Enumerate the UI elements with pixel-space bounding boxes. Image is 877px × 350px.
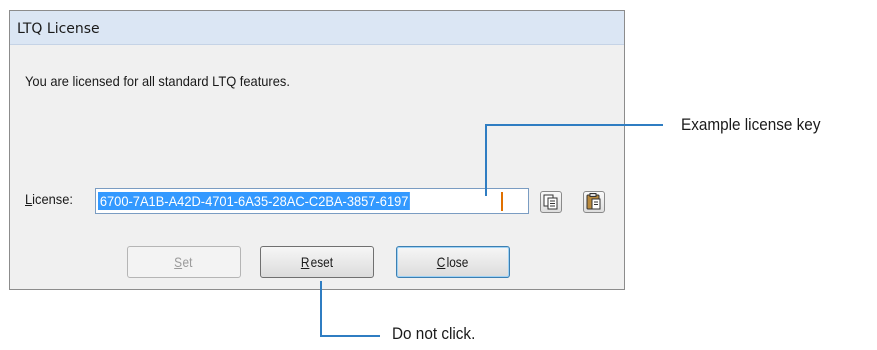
title-bar[interactable]: LTQ License	[10, 11, 624, 45]
reset-callout-line-horizontal	[320, 335, 380, 337]
paste-icon	[586, 193, 601, 210]
copy-icon	[543, 194, 558, 210]
set-button[interactable]: Set	[127, 246, 241, 278]
dialog-body: You are licensed for all standard LTQ fe…	[10, 45, 624, 289]
license-label-mnemonic: L	[25, 191, 33, 207]
do-not-click-callout: Do not click.	[392, 324, 476, 343]
set-label: et	[183, 254, 194, 270]
reset-button[interactable]: Reset	[260, 246, 374, 278]
license-value: 6700-7A1B-A42D-4701-6A35-28AC-C2BA-3857-…	[98, 192, 411, 210]
license-label: License:	[25, 191, 73, 207]
license-key-callout: Example license key	[681, 115, 821, 134]
close-button[interactable]: Close	[396, 246, 510, 278]
paste-button[interactable]	[583, 191, 605, 213]
text-caret	[501, 192, 503, 211]
copy-button[interactable]	[540, 191, 562, 213]
reset-mnemonic: R	[300, 254, 310, 270]
set-mnemonic: S	[174, 254, 183, 270]
license-label-text: icense:	[32, 191, 73, 207]
close-mnemonic: C	[436, 254, 446, 270]
dialog-title: LTQ License	[17, 21, 100, 37]
license-input[interactable]: 6700-7A1B-A42D-4701-6A35-28AC-C2BA-3857-…	[95, 188, 529, 214]
license-message: You are licensed for all standard LTQ fe…	[25, 73, 290, 89]
callout-line-vertical	[485, 124, 487, 196]
reset-callout-line-vertical	[320, 281, 322, 337]
close-label: lose	[446, 254, 469, 270]
reset-label: eset	[310, 254, 333, 270]
license-dialog: LTQ License You are licensed for all sta…	[9, 10, 625, 290]
callout-line-horizontal	[485, 124, 663, 126]
